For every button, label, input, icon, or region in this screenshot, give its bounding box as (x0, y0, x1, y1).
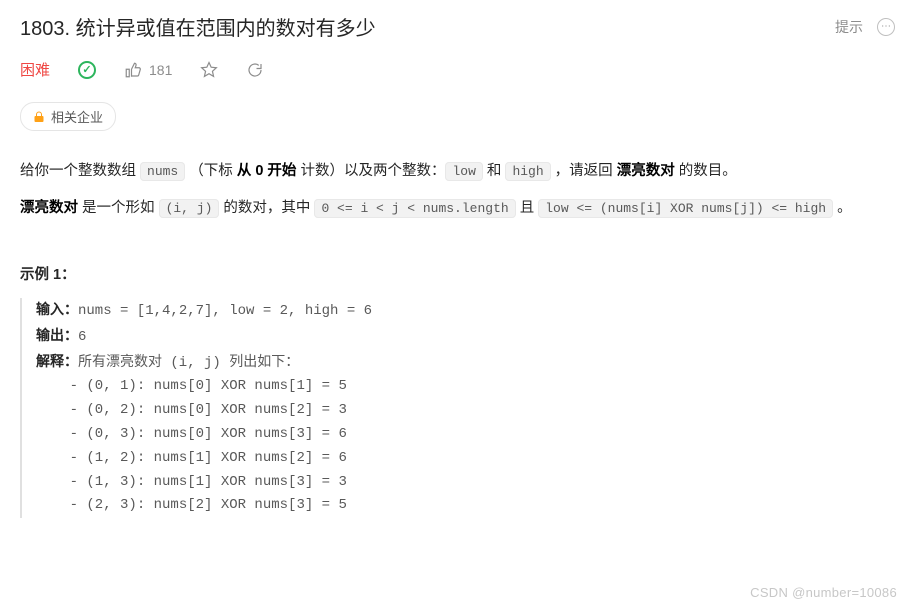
like-count: 181 (149, 62, 172, 78)
description-p2: 漂亮数对 是一个形如 (i, j) 的数对，其中 0 <= i < j < nu… (20, 194, 895, 223)
example-title: 示例 1： (20, 263, 895, 284)
description-p1: 给你一个整数数组 nums （下标 从 0 开始 计数）以及两个整数：low 和… (20, 157, 895, 186)
example-input: nums = [1,4,2,7], low = 2, high = 6 (78, 303, 372, 319)
code-inline: 0 <= i < j < nums.length (314, 199, 515, 218)
header-actions: 提示 ⋯ (835, 17, 895, 37)
related-companies-pill[interactable]: 相关企业 (20, 102, 116, 131)
example-line: - (1, 2): nums[1] XOR nums[2] = 6 (36, 450, 347, 466)
code-inline: low (445, 162, 482, 181)
example-explain-head: 所有漂亮数对 (i, j) 列出如下： (78, 355, 299, 371)
code-inline: high (505, 162, 550, 181)
more-icon[interactable]: ⋯ (877, 18, 895, 36)
example-line: - (0, 2): nums[0] XOR nums[2] = 3 (36, 402, 347, 418)
code-inline: nums (140, 162, 185, 181)
header-row: 1803. 统计异或值在范围内的数对有多少 提示 ⋯ (20, 12, 895, 41)
example-line: - (0, 3): nums[0] XOR nums[3] = 6 (36, 426, 347, 442)
output-label: 输出： (36, 327, 78, 343)
hint-button[interactable]: 提示 (835, 17, 863, 37)
difficulty-label: 困难 (20, 59, 50, 80)
code-inline: low <= (nums[i] XOR nums[j]) <= high (538, 199, 833, 218)
problem-title: 1803. 统计异或值在范围内的数对有多少 (20, 12, 376, 41)
like-button[interactable]: 181 (124, 61, 172, 79)
input-label: 输入： (36, 301, 78, 317)
explain-label: 解释： (36, 353, 78, 369)
example-block: 输入：nums = [1,4,2,7], low = 2, high = 6 输… (20, 298, 895, 518)
code-inline: (i, j) (159, 199, 220, 218)
example-line: - (2, 3): nums[2] XOR nums[3] = 5 (36, 497, 347, 513)
meta-row: 困难 ✓ 181 (20, 59, 895, 80)
example-line: - (1, 3): nums[1] XOR nums[3] = 3 (36, 474, 347, 490)
solved-icon[interactable]: ✓ (78, 61, 96, 79)
example-output: 6 (78, 329, 86, 345)
thumbs-up-icon (124, 61, 142, 79)
lock-icon (33, 111, 45, 123)
watermark: CSDN @number=10086 (750, 585, 897, 600)
share-icon[interactable] (246, 61, 264, 79)
example-line: - (0, 1): nums[0] XOR nums[1] = 5 (36, 378, 347, 394)
star-icon[interactable] (200, 61, 218, 79)
company-label: 相关企业 (51, 107, 103, 126)
